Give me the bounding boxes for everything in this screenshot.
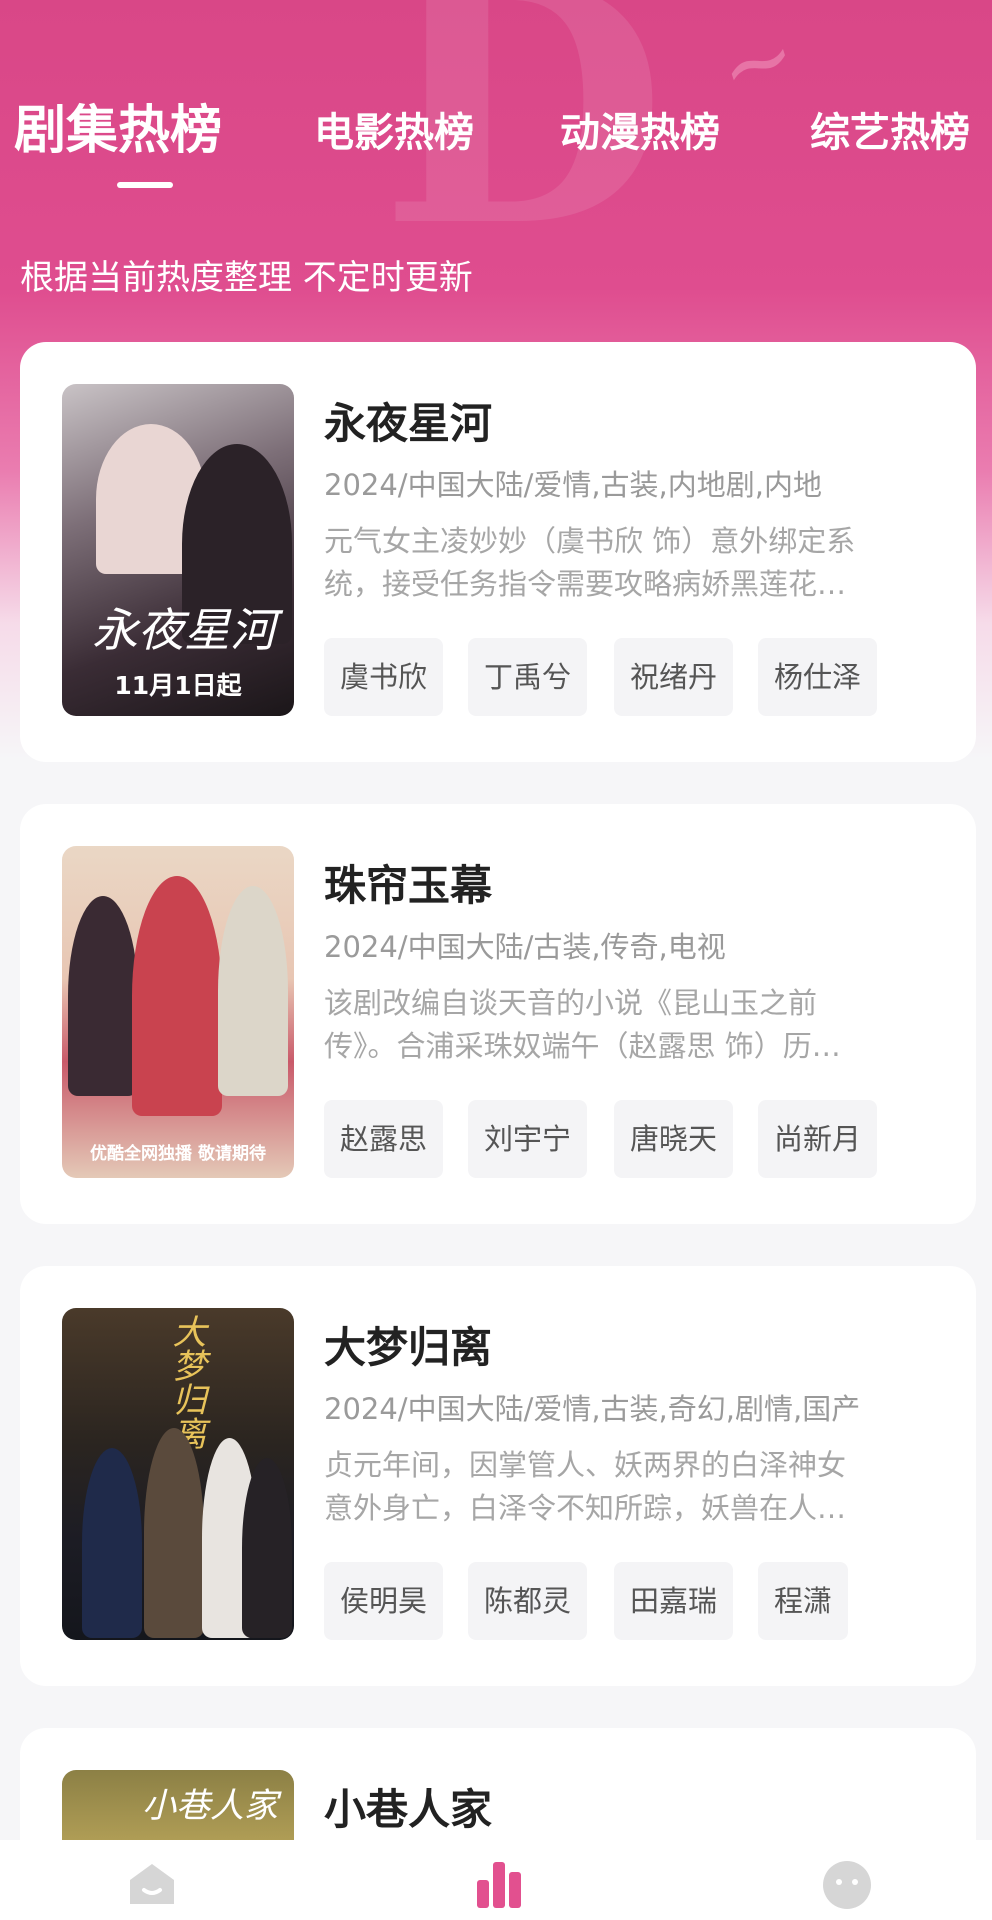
cast-tag[interactable]: 杨仕泽: [758, 638, 878, 716]
poster-calligraphy: 小巷人家: [142, 1786, 278, 1826]
cast-tag[interactable]: 唐晓天: [614, 1100, 734, 1178]
cast-tag[interactable]: 刘宇宁: [468, 1100, 588, 1178]
tab-variety-rank[interactable]: 综艺热榜: [810, 100, 970, 158]
drama-poster[interactable]: 大梦归离: [62, 1308, 294, 1640]
poster-caption: 优酷全网独播 敬请期待: [90, 1144, 266, 1164]
description-line: 统，接受任务指令需要攻略病娇黑莲花…: [324, 566, 847, 601]
description-line: 元气女主凌妙妙（虞书欣 饰）意外绑定系: [324, 524, 856, 558]
drama-poster[interactable]: 优酷全网独播 敬请期待: [62, 846, 294, 1178]
profile-face-icon[interactable]: [822, 1860, 872, 1910]
poster-figure: [144, 1428, 204, 1638]
drama-meta: 2024/中国大陆/古装,传奇,电视: [324, 930, 726, 964]
cast-tag[interactable]: 程潇: [758, 1562, 849, 1640]
drama-description: 该剧改编自谈天音的小说《昆山玉之前 传》。合浦采珠奴端午（赵露思 饰）历…: [324, 982, 954, 1068]
drama-title[interactable]: 大梦归离: [324, 1314, 492, 1375]
drama-card[interactable]: 永夜星河 11月1日起 永夜星河 2024/中国大陆/爱情,古装,内地剧,内地 …: [20, 342, 976, 762]
cast-tag[interactable]: 尚新月: [758, 1100, 878, 1178]
poster-calligraphy: 永夜星河: [92, 603, 276, 657]
drama-meta: 2024/中国大陆/爱情,古装,内地剧,内地: [324, 468, 822, 502]
tab-movie-rank[interactable]: 电影热榜: [314, 100, 474, 158]
poster-figure: [242, 1458, 292, 1638]
category-tabs: 剧集热榜 电影热榜 动漫热榜 综艺热榜: [0, 88, 992, 168]
cast-tag[interactable]: 侯明昊: [324, 1562, 444, 1640]
drama-card[interactable]: 优酷全网独播 敬请期待 珠帘玉幕 2024/中国大陆/古装,传奇,电视 该剧改编…: [20, 804, 976, 1224]
drama-title[interactable]: 永夜星河: [324, 390, 492, 451]
drama-description: 元气女主凌妙妙（虞书欣 饰）意外绑定系 统，接受任务指令需要攻略病娇黑莲花…: [324, 520, 954, 606]
cast-tag[interactable]: 田嘉瑞: [614, 1562, 734, 1640]
cast-tag[interactable]: 赵露思: [324, 1100, 444, 1178]
tab-drama-rank[interactable]: 剧集热榜: [14, 88, 222, 163]
home-icon[interactable]: [126, 1862, 178, 1906]
poster-figure: [68, 896, 138, 1096]
cast-tag[interactable]: 陈都灵: [468, 1562, 588, 1640]
bottom-navigation: [0, 1840, 992, 1920]
description-line: 该剧改编自谈天音的小说《昆山玉之前: [324, 986, 818, 1020]
cast-tag[interactable]: 虞书欣: [324, 638, 444, 716]
poster-date-caption: 11月1日起: [114, 671, 242, 700]
drama-title[interactable]: 珠帘玉幕: [324, 852, 492, 913]
drama-poster[interactable]: 永夜星河 11月1日起: [62, 384, 294, 716]
description-line: 贞元年间，因掌管人、妖两界的白泽神女: [324, 1448, 847, 1482]
ranking-subtitle: 根据当前热度整理 不定时更新: [20, 258, 473, 298]
poster-figure: [82, 1448, 142, 1638]
drama-description: 贞元年间，因掌管人、妖两界的白泽神女 意外身亡，白泽令不知所踪，妖兽在人…: [324, 1444, 954, 1530]
poster-figure: [218, 886, 288, 1096]
rank-chart-icon[interactable]: [475, 1858, 523, 1908]
cast-tag[interactable]: 丁禹兮: [468, 638, 588, 716]
poster-figure: [132, 876, 222, 1116]
drama-card[interactable]: 大梦归离 大梦归离 2024/中国大陆/爱情,古装,奇幻,剧情,国产 贞元年间，…: [20, 1266, 976, 1686]
tab-anime-rank[interactable]: 动漫热榜: [560, 100, 720, 158]
cast-tag[interactable]: 祝绪丹: [614, 638, 734, 716]
drama-meta: 2024/中国大陆/爱情,古装,奇幻,剧情,国产: [324, 1392, 861, 1426]
description-line: 意外身亡，白泽令不知所踪，妖兽在人…: [324, 1490, 847, 1525]
drama-title[interactable]: 小巷人家: [324, 1776, 492, 1837]
description-line: 传》。合浦采珠奴端午（赵露思 饰）历…: [324, 1028, 841, 1063]
active-tab-indicator: [117, 182, 173, 188]
